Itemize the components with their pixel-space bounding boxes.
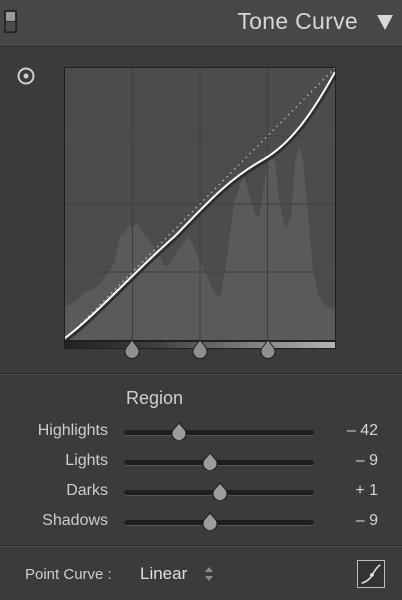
slider-thumb[interactable] [211,482,229,500]
panel-switch-off [6,22,15,31]
section-divider-highlight [0,546,402,547]
region-title: Region [126,388,184,408]
slider-label: Highlights [37,422,108,439]
slider-thumb[interactable] [170,422,188,440]
point-curve-label: Point Curve : [25,566,112,583]
point-curve-select[interactable]: Linear [140,564,187,584]
slider-label: Lights [65,452,108,469]
updown-arrows-icon[interactable] [204,565,214,583]
tone-curve-graph[interactable] [64,67,336,341]
slider-lights: Lights – 9 [0,450,402,478]
panel-switch-on [6,12,15,21]
edit-point-curve-button[interactable] [357,560,385,588]
split-point-handle[interactable] [191,339,209,359]
slider-track[interactable] [124,430,314,436]
panel-title: Tone Curve [237,8,358,34]
triangle-down-icon[interactable] [376,13,394,31]
slider-thumb[interactable] [201,452,219,470]
curve-canvas [65,68,335,340]
slider-label: Shadows [42,512,108,529]
slider-value[interactable]: + 1 [355,482,378,500]
section-divider-highlight [0,374,402,375]
edit-point-curve-icon [361,564,381,584]
panel-switch-icon[interactable] [4,10,17,33]
slider-value[interactable]: – 9 [356,512,378,530]
slider-thumb[interactable] [201,512,219,530]
slider-label: Darks [66,482,108,499]
slider-darks: Darks + 1 [0,480,402,508]
split-point-handle[interactable] [259,339,277,359]
tone-curve-panel: Tone Curve Region Highlights – 42 Lights… [0,0,402,600]
split-point-handle[interactable] [123,339,141,359]
slider-value[interactable]: – 9 [356,452,378,470]
panel-header[interactable]: Tone Curve [0,0,402,47]
targeted-adjustment-icon[interactable] [16,66,36,86]
slider-shadows: Shadows – 9 [0,510,402,538]
slider-value[interactable]: – 42 [347,422,378,440]
slider-highlights: Highlights – 42 [0,420,402,448]
